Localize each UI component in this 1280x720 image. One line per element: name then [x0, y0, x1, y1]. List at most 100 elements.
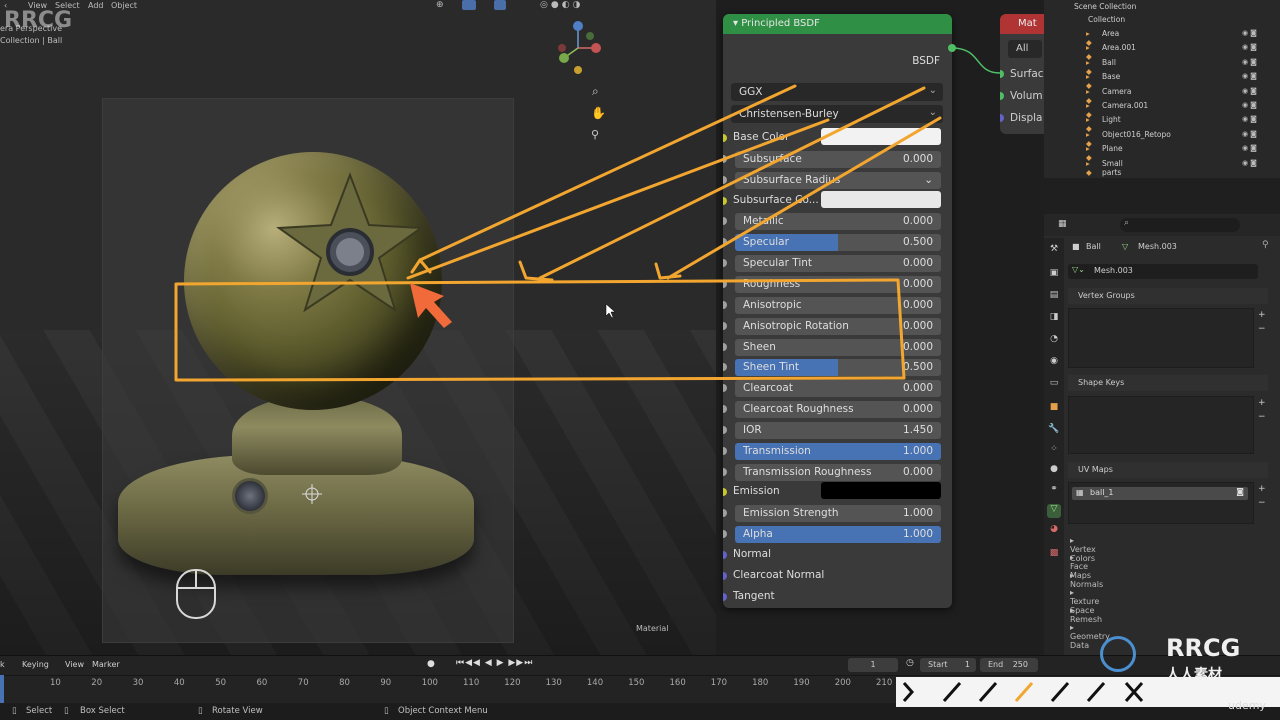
value-slider[interactable]: Specular 0.500 [735, 234, 941, 252]
outliner-item-label[interactable]: Area.001 [1102, 43, 1136, 52]
add-vertex-group-icon[interactable]: + [1258, 310, 1266, 320]
remove-shape-key-icon[interactable]: − [1258, 412, 1266, 422]
input-socket[interactable] [723, 446, 727, 455]
value-slider[interactable]: Specular Tint 0.000 [735, 255, 941, 273]
input-socket[interactable] [723, 363, 727, 372]
value-slider[interactable]: Emission Strength 1.000 [735, 505, 941, 523]
object-tab-icon[interactable]: ■ [1047, 402, 1061, 416]
start-frame-field[interactable]: Start 1 [920, 658, 976, 672]
gizmo-toggle-icon[interactable] [462, 0, 476, 10]
input-socket[interactable] [723, 279, 727, 288]
input-row-normal[interactable]: Normal [723, 545, 952, 565]
visibility-icons[interactable]: ◉◙ [1242, 130, 1259, 138]
uv-maps-header[interactable]: UV Maps [1068, 462, 1268, 478]
close-icon[interactable] [1124, 682, 1144, 702]
surface-input-socket[interactable] [1000, 70, 1004, 78]
scene-tab-icon[interactable]: ◔ [1047, 334, 1061, 348]
value-slider[interactable]: Alpha 1.000 [735, 526, 941, 544]
output-tab-icon[interactable]: ▤ [1047, 290, 1061, 304]
panel-collapsed-header[interactable]: ▸ Remesh [1070, 606, 1102, 624]
modifier-tab-icon[interactable]: 🔧 [1047, 424, 1061, 438]
viewport-menu-object[interactable]: Object [111, 1, 137, 10]
timeline-menu-playback[interactable]: k [0, 660, 5, 669]
input-socket[interactable] [723, 300, 727, 309]
input-socket[interactable] [723, 425, 727, 434]
end-frame-field[interactable]: End 250 [980, 658, 1038, 672]
material-tab-icon[interactable]: ◕ [1047, 524, 1061, 538]
input-row-tangent[interactable]: Tangent [723, 587, 952, 607]
collection-label[interactable]: Collection [1088, 15, 1125, 24]
constraints-tab-icon[interactable]: ⚭ [1047, 484, 1061, 498]
input-row-emission-strength[interactable]: Emission Strength 1.000 [723, 503, 952, 523]
distribution-dropdown[interactable]: GGX ⌄ [731, 83, 943, 101]
timeline-menu-keying[interactable]: Keying [22, 660, 49, 669]
input-socket[interactable] [723, 175, 727, 184]
input-row-transmission-roughness[interactable]: Transmission Roughness 0.000 [723, 462, 952, 482]
input-row-emission[interactable]: Emission [723, 482, 952, 502]
pan-hand-icon[interactable]: ✋ [591, 106, 606, 120]
scene-collection-label[interactable]: Scene Collection [1074, 2, 1136, 11]
input-row-base-color[interactable]: Base Color [723, 128, 952, 148]
visibility-icons[interactable]: ◉◙ [1242, 29, 1259, 37]
input-row-metallic[interactable]: Metallic 0.000 [723, 211, 952, 231]
input-socket[interactable] [723, 384, 727, 393]
playhead[interactable] [0, 675, 4, 704]
input-row-subsurface-radius[interactable]: Subsurface Radius ⌄ [723, 170, 952, 190]
input-row-specular[interactable]: Specular 0.500 [723, 232, 952, 252]
add-shape-key-icon[interactable]: + [1258, 398, 1266, 408]
input-row-clearcoat[interactable]: Clearcoat 0.000 [723, 378, 952, 398]
properties-search-input[interactable]: ⌕ [1120, 218, 1240, 232]
value-slider[interactable]: Anisotropic Rotation 0.000 [735, 317, 941, 335]
visibility-icons[interactable]: ◉◙ [1242, 101, 1259, 109]
world-tab-icon[interactable]: ◉ [1047, 356, 1061, 370]
principled-bsdf-node[interactable]: ▾ Principled BSDF BSDF GGX ⌄ Christensen… [723, 14, 952, 608]
input-row-subsurface[interactable]: Subsurface 0.000 [723, 149, 952, 169]
outliner-item-label[interactable]: Light [1102, 115, 1121, 124]
input-socket[interactable] [723, 488, 727, 497]
value-slider[interactable]: IOR 1.450 [735, 421, 941, 439]
color-swatch[interactable] [821, 190, 941, 208]
pen-tool-black-3-icon[interactable] [1050, 682, 1070, 702]
value-slider[interactable]: Sheen 0.000 [735, 338, 941, 356]
input-socket[interactable] [723, 342, 727, 351]
outliner-item-label[interactable]: Plane [1102, 144, 1123, 153]
input-row-sheen-tint[interactable]: Sheen Tint 0.500 [723, 357, 952, 377]
color-swatch[interactable] [821, 482, 941, 500]
record-icon[interactable]: ● [427, 659, 435, 669]
outliner-item-label[interactable]: Object016_Retopo [1102, 130, 1171, 139]
value-slider[interactable]: Sheen Tint 0.500 [735, 359, 941, 377]
outliner-object-icon[interactable]: ▸ ◆ [1086, 159, 1092, 177]
input-socket[interactable] [723, 154, 727, 163]
particles-tab-icon[interactable]: ⁘ [1047, 444, 1061, 458]
camera-view-icon[interactable]: ⚲ [591, 128, 599, 141]
clock-icon[interactable]: ◷ [906, 658, 914, 668]
vertex-groups-header[interactable]: Vertex Groups [1068, 288, 1268, 304]
input-socket[interactable] [723, 551, 727, 559]
uv-maps-list[interactable]: ▦ ball_1 ◙ [1068, 482, 1254, 524]
input-row-ior[interactable]: IOR 1.450 [723, 420, 952, 440]
remove-uv-map-icon[interactable]: − [1258, 498, 1266, 508]
input-row-anisotropic-rotation[interactable]: Anisotropic Rotation 0.000 [723, 316, 952, 336]
input-row-subsurface-co[interactable]: Subsurface Co... [723, 190, 952, 211]
material-output-header[interactable]: Mat [1000, 14, 1044, 34]
shape-keys-header[interactable]: Shape Keys [1068, 375, 1268, 391]
input-socket[interactable] [723, 217, 727, 226]
vertex-groups-list[interactable] [1068, 308, 1254, 368]
pin-icon[interactable]: ⚲ [1262, 240, 1269, 250]
input-row-sheen[interactable]: Sheen 0.000 [723, 337, 952, 357]
remove-vertex-group-icon[interactable]: − [1258, 324, 1266, 334]
view-layer-tab-icon[interactable]: ◨ [1047, 312, 1061, 326]
pivot-icon[interactable]: ⊕ [436, 0, 444, 10]
object-breadcrumb[interactable]: Ball [1086, 242, 1101, 251]
visibility-icons[interactable]: ◉◙ [1242, 72, 1259, 80]
input-socket[interactable] [723, 571, 727, 580]
overlay-toggle-icon[interactable] [494, 0, 506, 10]
3d-viewport[interactable]: ‹ View Select Add Object era Perspective… [0, 0, 716, 655]
collapse-arrow-icon[interactable]: ▾ [733, 18, 741, 29]
value-slider[interactable]: Subsurface 0.000 [735, 150, 941, 168]
volume-input-socket[interactable] [1000, 92, 1004, 100]
physics-tab-icon[interactable]: ● [1047, 464, 1061, 478]
shading-modes-icon[interactable]: ◎●◐◑ [540, 0, 583, 10]
input-socket[interactable] [723, 592, 727, 601]
input-row-clearcoat-normal[interactable]: Clearcoat Normal [723, 566, 952, 586]
